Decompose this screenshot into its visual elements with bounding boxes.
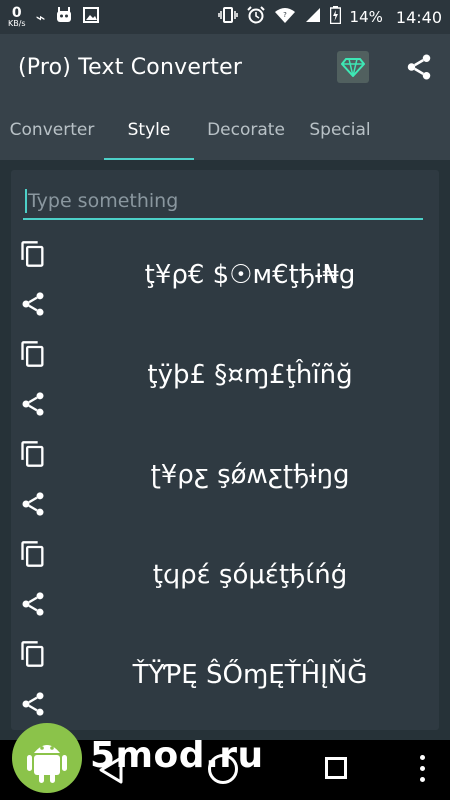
gem-icon xyxy=(341,58,365,77)
tab-label: Converter xyxy=(9,120,95,140)
styled-text: ţ¥ρ€ $☉м€ţђɨ₦ց xyxy=(144,260,356,290)
tab-label: Style xyxy=(127,120,171,140)
share-icon[interactable] xyxy=(19,590,47,618)
style-row: ţ‎ϥρέ şόμέţђίńģ xyxy=(11,540,439,640)
app-bar: (Pro) Text Converter xyxy=(0,34,450,100)
text-input[interactable]: Type something xyxy=(23,184,423,220)
wifi-icon: ? xyxy=(274,7,296,27)
copy-icon[interactable] xyxy=(19,640,47,668)
vibrate-icon xyxy=(217,7,238,27)
clock: 14:40 xyxy=(395,7,442,27)
styled-text: ţ‎ϥρέ şόμέţђίńģ xyxy=(152,560,348,590)
speed-unit: KB/s xyxy=(8,19,26,28)
more-options-icon[interactable] xyxy=(420,755,426,785)
app-title: (Pro) Text Converter xyxy=(18,54,243,80)
share-icon[interactable] xyxy=(19,690,47,718)
speed-value: 0 xyxy=(11,5,22,21)
share-icon xyxy=(407,54,431,80)
network-speed: 0 KB/s xyxy=(8,6,26,28)
tab-decorate[interactable]: Decorate xyxy=(194,100,298,160)
styled-text: ʈ¥ρƹ şǿʍƹʈђɨŋց xyxy=(150,460,350,490)
style-row: ʈ¥ρƹ şǿʍƹʈђɨŋց xyxy=(11,440,439,540)
svg-text:?: ? xyxy=(283,11,287,19)
usb-icon: ⌁ xyxy=(35,7,46,27)
battery-charging-icon xyxy=(329,6,341,28)
style-row: ţÿþ£ §¤ɱ£ţĥĩñğ xyxy=(11,340,439,440)
android-logo-icon xyxy=(12,723,82,793)
android-notification-icon xyxy=(55,7,73,27)
recent-apps-icon[interactable] xyxy=(325,757,347,779)
style-row: ţ¥ρ€ $☉м€ţђɨ₦ց xyxy=(11,240,439,340)
watermark-text: 5mod.ru xyxy=(90,735,264,776)
pro-gem-button[interactable] xyxy=(337,51,369,83)
share-icon[interactable] xyxy=(19,390,47,418)
image-notification-icon xyxy=(83,7,100,27)
tab-label: Decorate xyxy=(207,120,285,140)
style-card: Type something ţ¥ρ€ $☉м€ţђɨ₦ց ţÿþ£ §¤ɱ£ţ… xyxy=(11,170,439,730)
copy-icon[interactable] xyxy=(19,440,47,468)
battery-percent: 14% xyxy=(349,8,383,26)
styled-text: ţÿþ£ §¤ɱ£ţĥĩñğ xyxy=(147,360,353,390)
tab-label: Special xyxy=(309,120,371,140)
alarm-icon xyxy=(246,6,265,28)
signal-icon xyxy=(305,7,321,27)
copy-icon[interactable] xyxy=(19,240,47,268)
copy-icon[interactable] xyxy=(19,340,47,368)
text-cursor xyxy=(25,189,27,213)
tab-style[interactable]: Style xyxy=(104,100,194,160)
share-icon[interactable] xyxy=(19,290,47,318)
input-placeholder: Type something xyxy=(28,190,179,212)
tab-converter[interactable]: Converter xyxy=(0,100,104,160)
copy-icon[interactable] xyxy=(19,540,47,568)
tab-bar: Converter Style Decorate Special xyxy=(0,100,450,160)
share-app-button[interactable] xyxy=(404,52,434,82)
share-icon[interactable] xyxy=(19,490,47,518)
tab-special[interactable]: Special xyxy=(298,100,382,160)
status-bar: 0 KB/s ⌁ ? 14% 14:40 xyxy=(0,0,450,34)
styled-text: ŤŸƤĘ ŜŐɱĘŤĤĮŇĞ xyxy=(132,660,368,690)
